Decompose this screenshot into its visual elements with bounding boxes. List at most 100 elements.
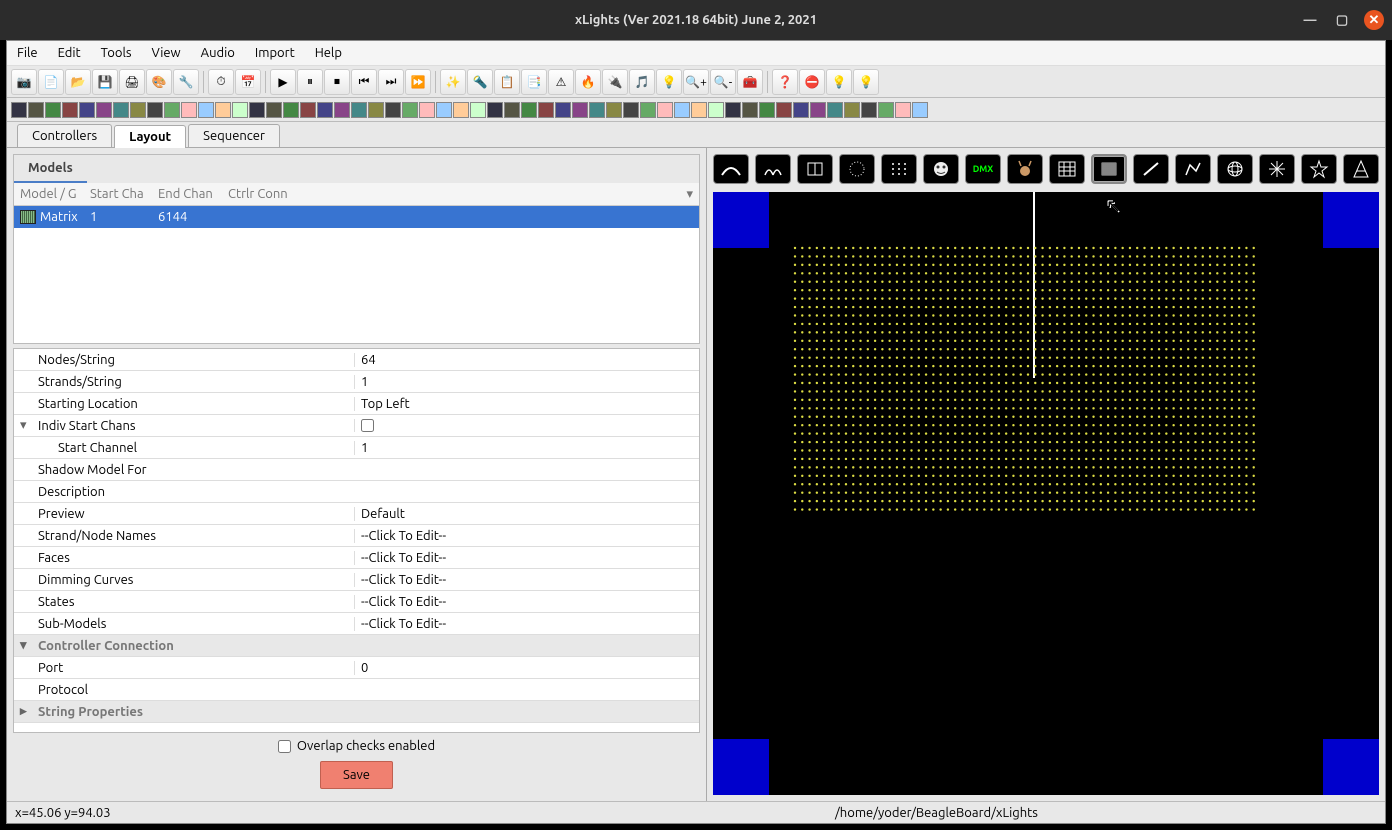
effect-btn-4[interactable] [79,102,95,118]
toolbar-btn-18[interactable]: ✨ [440,69,466,95]
model-tool-star[interactable] [1301,154,1337,184]
matrix-model-preview[interactable] [793,246,1259,516]
tab-layout[interactable]: Layout [114,125,186,148]
toolbar-btn-16[interactable]: ⏩ [405,69,431,95]
effect-btn-53[interactable] [912,102,928,118]
model-tool-matrix[interactable] [1091,154,1127,184]
effect-btn-19[interactable] [334,102,350,118]
effect-btn-0[interactable] [11,102,27,118]
canvas-handle-tl[interactable] [713,192,769,248]
tab-controllers[interactable]: Controllers [17,124,112,147]
prop-row[interactable]: Nodes/String64 [14,349,699,371]
model-tool-tree[interactable] [1343,154,1379,184]
effect-btn-12[interactable] [215,102,231,118]
prop-row[interactable]: Shadow Model For [14,459,699,481]
model-tool-arches[interactable] [755,154,791,184]
effect-btn-18[interactable] [317,102,333,118]
prop-value[interactable]: --Click To Edit-- [354,595,693,609]
toolbar-btn-3[interactable]: 💾 [92,69,118,95]
model-tool-arch[interactable] [713,154,749,184]
prop-value[interactable]: 1 [354,375,693,389]
toolbar-btn-28[interactable]: 🔍- [710,69,736,95]
effect-btn-27[interactable] [470,102,486,118]
prop-value[interactable]: 64 [354,353,693,367]
prop-row[interactable]: Strand/Node Names--Click To Edit-- [14,525,699,547]
toolbar-btn-25[interactable]: 🎵 [629,69,655,95]
effect-btn-32[interactable] [555,102,571,118]
effect-btn-26[interactable] [453,102,469,118]
prop-row[interactable]: Description [14,481,699,503]
toolbar-btn-11[interactable]: ▶ [270,69,296,95]
model-tool-grid[interactable] [1049,154,1085,184]
overlap-checkbox[interactable] [278,740,291,753]
canvas-handle-br[interactable] [1323,739,1379,795]
effect-btn-41[interactable] [708,102,724,118]
toolbar-btn-23[interactable]: 🔥 [575,69,601,95]
effect-btn-21[interactable] [368,102,384,118]
toolbar-btn-19[interactable]: 🔦 [467,69,493,95]
effect-btn-50[interactable] [861,102,877,118]
effect-btn-48[interactable] [827,102,843,118]
effect-btn-14[interactable] [249,102,265,118]
effect-btn-34[interactable] [589,102,605,118]
expander-icon[interactable]: ▸ [20,704,34,719]
effect-btn-46[interactable] [793,102,809,118]
toolbar-btn-21[interactable]: 📑 [521,69,547,95]
model-row[interactable]: Matrix 1 6144 [14,206,699,228]
prop-value[interactable]: Default [354,507,693,521]
effect-btn-15[interactable] [266,102,282,118]
effect-btn-24[interactable] [419,102,435,118]
effect-btn-17[interactable] [300,102,316,118]
prop-value[interactable]: Top Left [354,397,693,411]
toolbar-btn-27[interactable]: 🔍+ [683,69,709,95]
effect-btn-1[interactable] [28,102,44,118]
tab-sequencer[interactable]: Sequencer [188,124,280,147]
model-tool-snow[interactable] [1259,154,1295,184]
prop-row[interactable]: Dimming Curves--Click To Edit-- [14,569,699,591]
model-tool-line[interactable] [1133,154,1169,184]
prop-row[interactable]: ▾Indiv Start Chans [14,415,699,437]
toolbar-btn-0[interactable]: 📷 [11,69,37,95]
effect-btn-3[interactable] [62,102,78,118]
effect-btn-20[interactable] [351,102,367,118]
col-model[interactable]: Model / G [20,187,90,201]
maximize-button[interactable]: ▢ [1332,10,1352,30]
model-tool-deer[interactable] [1007,154,1043,184]
model-tool-dmx[interactable]: DMX [965,154,1001,184]
expander-icon[interactable]: ▾ [20,418,34,433]
models-columns[interactable]: Model / G Start Cha End Chan Ctrlr Conn … [14,183,699,206]
prop-row[interactable]: Start Channel1 [14,437,699,459]
toolbar-btn-1[interactable]: 📄 [38,69,64,95]
toolbar-btn-8[interactable]: ⏱ [208,69,234,95]
effect-btn-36[interactable] [623,102,639,118]
menu-help[interactable]: Help [315,46,342,60]
toolbar-btn-12[interactable]: ⏸ [297,69,323,95]
toolbar-btn-5[interactable]: 🎨 [146,69,172,95]
overlap-checkbox-row[interactable]: Overlap checks enabled [278,739,435,753]
prop-row[interactable]: Protocol [14,679,699,701]
effect-btn-44[interactable] [759,102,775,118]
toolbar-btn-13[interactable]: ⏹ [324,69,350,95]
model-tool-dots[interactable] [881,154,917,184]
canvas-handle-bl[interactable] [713,739,769,795]
model-tool-sphere[interactable] [1217,154,1253,184]
prop-row[interactable]: ▸String Properties [14,701,699,723]
toolbar-btn-31[interactable]: ❓ [772,69,798,95]
effect-btn-45[interactable] [776,102,792,118]
toolbar-btn-32[interactable]: ⛔ [799,69,825,95]
prop-row[interactable]: Port0 [14,657,699,679]
col-start[interactable]: Start Cha [90,187,158,201]
col-conn[interactable]: Ctrlr Conn [228,187,693,201]
prop-value[interactable]: 0 [354,661,693,675]
prop-row[interactable]: Strands/String1 [14,371,699,393]
prop-row[interactable]: PreviewDefault [14,503,699,525]
prop-value[interactable]: --Click To Edit-- [354,617,693,631]
effect-btn-30[interactable] [521,102,537,118]
prop-value[interactable]: --Click To Edit-- [354,529,693,543]
effect-btn-10[interactable] [181,102,197,118]
effect-btn-9[interactable] [164,102,180,118]
model-tool-circle[interactable] [839,154,875,184]
effect-btn-22[interactable] [385,102,401,118]
menu-audio[interactable]: Audio [201,46,235,60]
toolbar-btn-20[interactable]: 📋 [494,69,520,95]
